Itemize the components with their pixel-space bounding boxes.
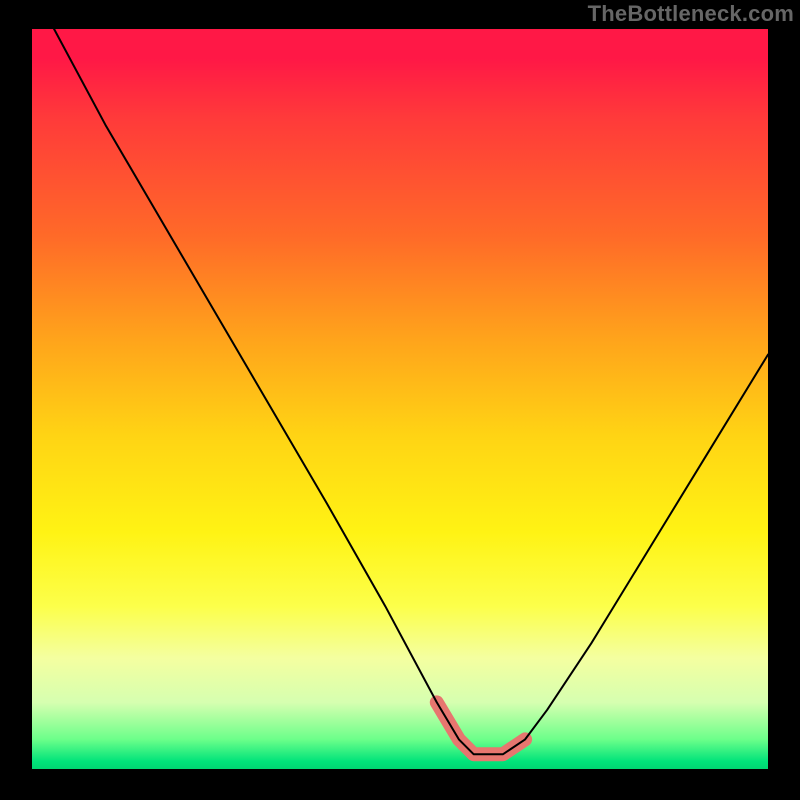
chart-svg: [32, 29, 768, 769]
chart-frame: TheBottleneck.com: [0, 0, 800, 800]
valley-highlight-line: [437, 702, 525, 754]
bottleneck-curve-line: [54, 29, 768, 754]
plot-area: [32, 29, 768, 769]
watermark-text: TheBottleneck.com: [588, 1, 794, 27]
